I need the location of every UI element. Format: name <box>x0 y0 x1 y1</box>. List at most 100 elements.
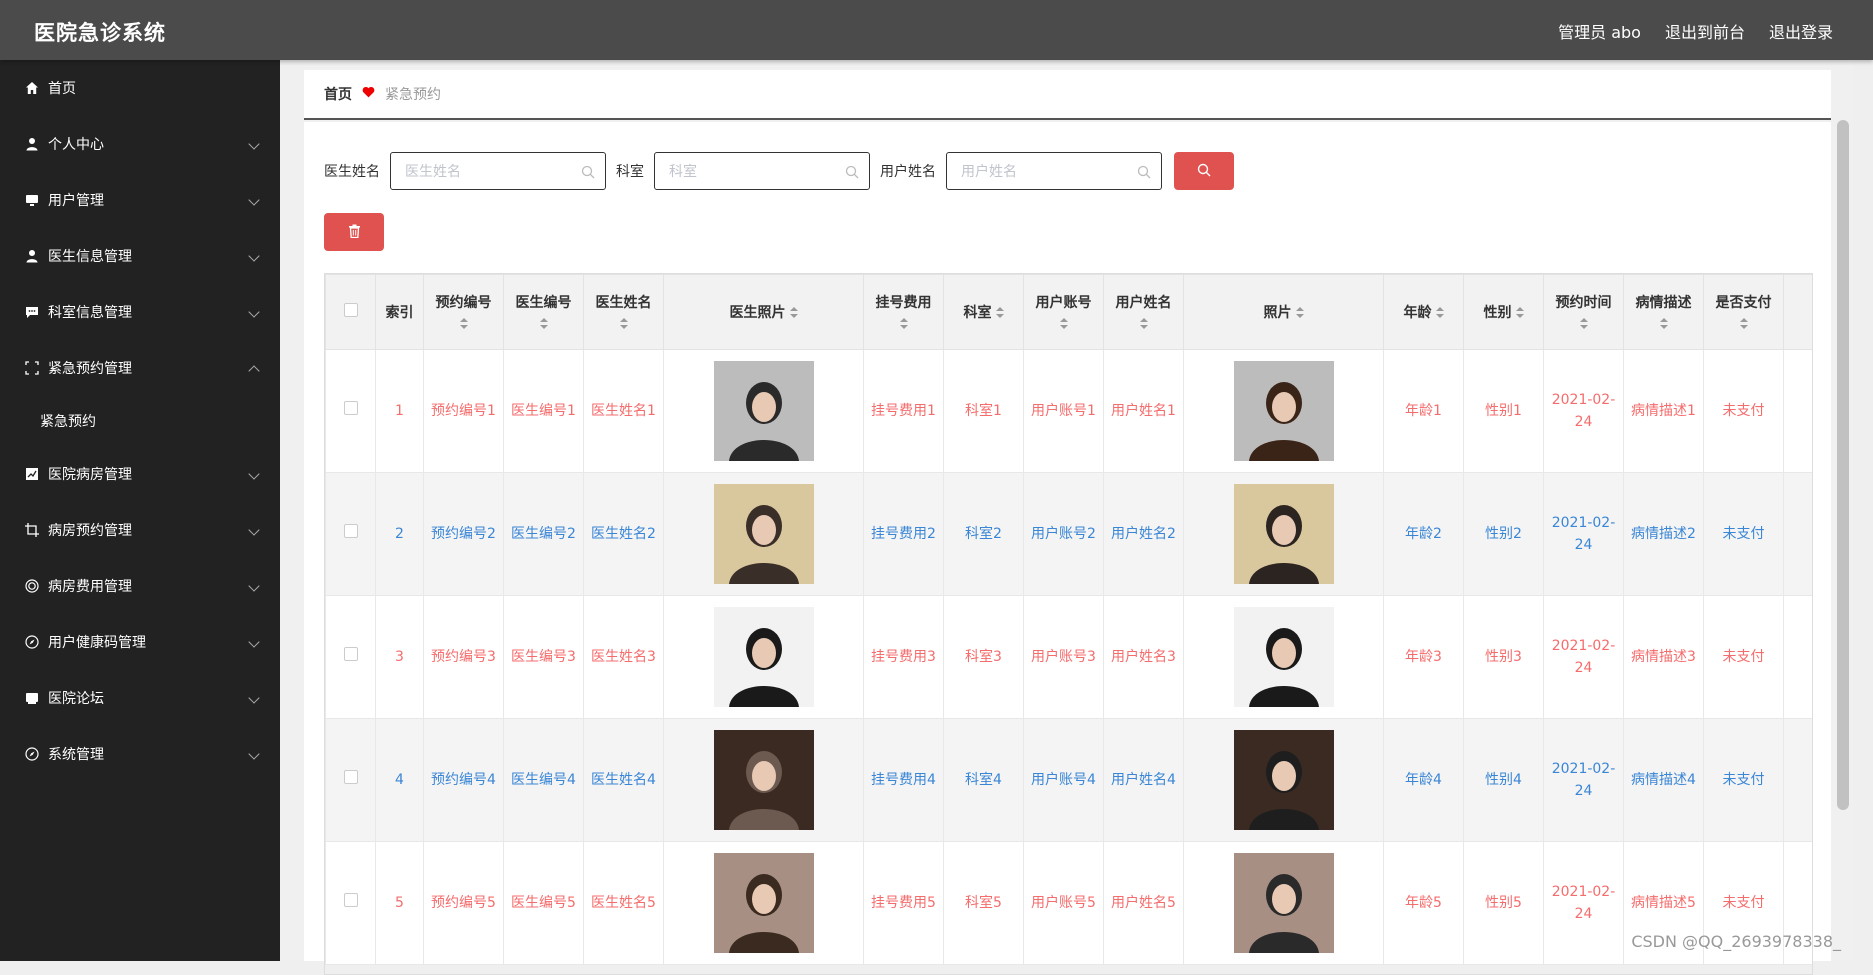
heart-icon <box>362 86 375 102</box>
sort-icon[interactable] <box>899 318 908 330</box>
sidebar-item-0[interactable]: 首页 <box>0 60 280 116</box>
sidebar-item-11[interactable]: 医院论坛 <box>0 670 280 726</box>
column-header-account[interactable]: 用户账号 <box>1023 274 1104 350</box>
chevron-down-icon <box>248 580 260 592</box>
logout-link[interactable]: 退出登录 <box>1769 19 1833 43</box>
sort-icon[interactable] <box>619 318 628 330</box>
row-checkbox[interactable] <box>343 401 358 415</box>
search-icon <box>845 164 859 183</box>
row-checkbox[interactable] <box>343 770 358 784</box>
column-header-doctor-no[interactable]: 医生编号 <box>503 274 584 350</box>
cell-appt-no: 预约编号3 <box>423 595 504 719</box>
cell-department: 科室5 <box>943 841 1024 965</box>
sidebar-item-8[interactable]: 病房预约管理 <box>0 502 280 558</box>
cell-doctor-photo <box>663 472 864 596</box>
sidebar-item-2[interactable]: 用户管理 <box>0 172 280 228</box>
sort-icon[interactable] <box>1579 318 1588 330</box>
row-select-cell <box>325 718 376 842</box>
sidebar-item-12[interactable]: 系统管理 <box>0 726 280 782</box>
sidebar-item-label: 医生信息管理 <box>48 249 132 265</box>
delete-button[interactable] <box>324 213 384 251</box>
column-header-age[interactable]: 年龄 <box>1383 274 1464 350</box>
appointment-table: 索引 预约编号 医生编号 医生姓名 医生照片 挂号费用 科室 用户账号 用户姓名… <box>324 273 1813 975</box>
sort-icon[interactable] <box>1435 307 1444 319</box>
column-header-appt-time[interactable]: 预约时间 <box>1543 274 1624 350</box>
cell-description: 病情描述1 <box>1623 349 1704 473</box>
user-name-input[interactable] <box>947 153 1133 191</box>
sort-icon[interactable] <box>789 307 798 319</box>
sort-icon[interactable] <box>995 307 1004 319</box>
cell-doctor-name: 医生姓名4 <box>583 718 664 842</box>
user-icon <box>24 248 40 264</box>
page-scrollbar[interactable] <box>1837 120 1849 810</box>
department-label: 科室 <box>616 164 644 180</box>
row-checkbox[interactable] <box>343 524 358 538</box>
user-icon <box>24 136 40 152</box>
sort-icon[interactable] <box>1739 318 1748 330</box>
sidebar-item-4[interactable]: 科室信息管理 <box>0 284 280 340</box>
cell-user-name: 用户姓名4 <box>1103 718 1184 842</box>
sort-icon[interactable] <box>1139 318 1148 330</box>
cell-appt-no: 预约编号2 <box>423 472 504 596</box>
sort-icon[interactable] <box>1295 307 1304 319</box>
sidebar-item-7[interactable]: 医院病房管理 <box>0 446 280 502</box>
row-checkbox[interactable] <box>343 647 358 661</box>
column-header-paid[interactable]: 是否支付 <box>1703 274 1784 350</box>
cell-age: 年龄1 <box>1383 349 1464 473</box>
chevron-down-icon <box>248 138 260 150</box>
column-header-fee[interactable]: 挂号费用 <box>863 274 944 350</box>
column-header-user-name[interactable]: 用户姓名 <box>1103 274 1184 350</box>
cell-user-name: 用户姓名1 <box>1103 349 1184 473</box>
cell-fee: 挂号费用5 <box>863 841 944 965</box>
sidebar-item-label: 首页 <box>48 81 76 97</box>
sort-icon[interactable] <box>459 318 468 330</box>
cell-actions <box>1783 349 1812 473</box>
row-checkbox[interactable] <box>343 893 358 907</box>
sidebar-subitem-emergency-appointment[interactable]: 紧急预约 <box>0 396 280 446</box>
column-header-department[interactable]: 科室 <box>943 274 1024 350</box>
doctor-name-input[interactable] <box>391 153 577 191</box>
table-row: 1 预约编号1 医生编号1 医生姓名1 挂号费用1 科室1 用户账号1 用户姓名1 年龄1 性别1… <box>325 349 1812 473</box>
column-header-doctor-photo[interactable]: 医生照片 <box>663 274 864 350</box>
sort-icon[interactable] <box>1659 318 1668 330</box>
column-header-index: 索引 <box>375 274 424 350</box>
chevron-down-icon <box>248 524 260 536</box>
column-header-appt-no[interactable]: 预约编号 <box>423 274 504 350</box>
cell-paid: 未支付 <box>1703 595 1784 719</box>
home-icon <box>24 80 40 96</box>
cell-department: 科室4 <box>943 718 1024 842</box>
sort-icon[interactable] <box>1059 318 1068 330</box>
department-field <box>654 152 870 191</box>
exit-to-frontend-link[interactable]: 退出到前台 <box>1665 19 1745 43</box>
cell-actions <box>1783 718 1812 842</box>
chevron-down-icon <box>248 692 260 704</box>
sort-icon[interactable] <box>539 318 548 330</box>
search-button[interactable] <box>1174 152 1234 190</box>
column-header-doctor-name[interactable]: 医生姓名 <box>583 274 664 350</box>
column-header-photo[interactable]: 照片 <box>1183 274 1384 350</box>
column-header-description[interactable]: 病情描述 <box>1623 274 1704 350</box>
sidebar-item-1[interactable]: 个人中心 <box>0 116 280 172</box>
cell-doctor-photo <box>663 349 864 473</box>
department-input[interactable] <box>655 153 841 191</box>
chevron-down-icon <box>248 636 260 648</box>
sidebar-item-3[interactable]: 医生信息管理 <box>0 228 280 284</box>
cell-department: 科室1 <box>943 349 1024 473</box>
row-select-cell <box>325 349 376 473</box>
app-title: 医院急诊系统 <box>34 21 166 45</box>
sidebar-item-label: 个人中心 <box>48 137 104 153</box>
cell-age: 年龄5 <box>1383 841 1464 965</box>
breadcrumb-home[interactable]: 首页 <box>324 84 352 104</box>
column-header-gender[interactable]: 性别 <box>1463 274 1544 350</box>
sidebar-item-5[interactable]: 紧急预约管理 <box>0 340 280 396</box>
cell-appt-time: 2021-02-24 <box>1543 472 1624 596</box>
sort-icon[interactable] <box>1515 307 1524 319</box>
admin-username[interactable]: 管理员 abo <box>1558 19 1641 43</box>
sidebar-item-9[interactable]: 病房费用管理 <box>0 558 280 614</box>
cell-user-name: 用户姓名2 <box>1103 472 1184 596</box>
search-icon <box>581 164 595 183</box>
select-all-checkbox[interactable] <box>343 303 358 317</box>
crop-icon <box>24 522 40 538</box>
compass-icon <box>24 746 40 762</box>
sidebar-item-10[interactable]: 用户健康码管理 <box>0 614 280 670</box>
